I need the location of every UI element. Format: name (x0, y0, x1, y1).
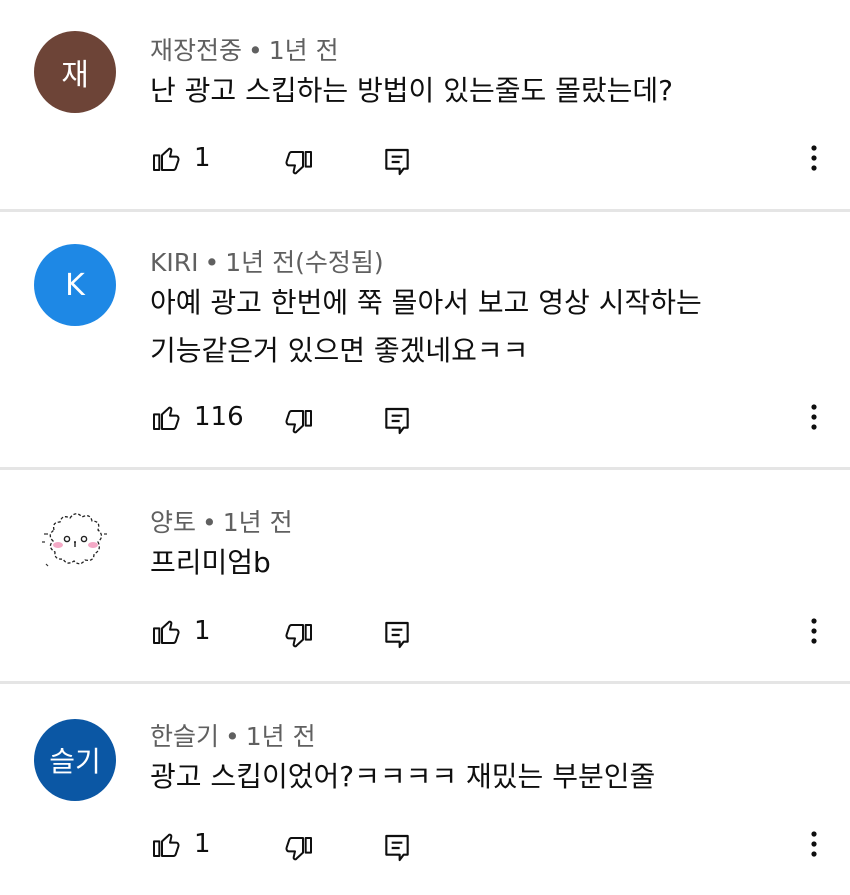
fluffy-creature-avatar-icon (42, 513, 107, 567)
comment-text: 광고 스킵이었어?ㅋㅋㅋㅋ 재밌는 부분인줄 (150, 753, 810, 801)
meta-separator: • (225, 722, 240, 751)
comment-actions: 116 (0, 401, 850, 441)
dislike-icon[interactable] (283, 621, 315, 653)
dislike-icon[interactable] (283, 834, 315, 866)
comment-line: 기능같은거 있으면 좋겠네요ㅋㅋ (150, 334, 529, 367)
comment-line: 광고 스킵이었어?ㅋㅋㅋㅋ 재밌는 부분인줄 (150, 760, 656, 793)
more-vert-icon[interactable] (802, 615, 826, 647)
comment-text: 난 광고 스킵하는 방법이 있는줄도 몰랐는데? (150, 67, 810, 115)
like-icon[interactable] (150, 828, 182, 860)
avatar-initial: 재 (61, 58, 89, 93)
comment-line: 난 광고 스킵하는 방법이 있는줄도 몰랐는데? (150, 74, 674, 107)
comment-text: 아예 광고 한번에 쭉 몰아서 보고 영상 시작하는 기능같은거 있으면 좋겠네… (150, 279, 810, 375)
like-count: 116 (194, 402, 244, 432)
author-name[interactable]: 재장전중 (150, 36, 242, 65)
comment-actions: 1 (0, 142, 850, 182)
meta-separator: • (248, 36, 263, 65)
reply-icon[interactable] (381, 146, 413, 178)
meta-separator: • (204, 248, 220, 277)
author-name[interactable]: 양토 (150, 508, 196, 537)
reply-icon[interactable] (381, 619, 413, 651)
more-vert-icon[interactable] (802, 401, 826, 433)
avatar[interactable] (34, 500, 116, 582)
comment-text: 프리미엄b (150, 539, 810, 587)
like-icon[interactable] (150, 615, 182, 647)
avatar[interactable]: 재 (34, 31, 116, 113)
reply-icon[interactable] (381, 405, 413, 437)
author-name[interactable]: 한슬기 (150, 722, 219, 751)
comment-time[interactable]: 1년 전 (246, 722, 316, 751)
avatar[interactable]: K (34, 244, 116, 326)
avatar[interactable]: 슬기 (34, 719, 116, 801)
comment-time[interactable]: 1년 전(수정됨) (225, 248, 383, 277)
dislike-icon[interactable] (283, 148, 315, 180)
like-icon[interactable] (150, 401, 182, 433)
comment: 재 재장전중 • 1년 전 난 광고 스킵하는 방법이 있는줄도 몰랐는데? 1 (0, 0, 850, 210)
reply-icon[interactable] (381, 832, 413, 864)
comment-actions: 1 (0, 828, 850, 868)
like-count: 1 (194, 143, 211, 173)
more-vert-icon[interactable] (802, 142, 826, 174)
comment-meta: 재장전중 • 1년 전 (150, 31, 339, 67)
like-icon[interactable] (150, 142, 182, 174)
comment-line: 아예 광고 한번에 쭉 몰아서 보고 영상 시작하는 (150, 286, 702, 319)
comment-meta: 한슬기 • 1년 전 (150, 717, 316, 753)
author-name[interactable]: KIRI (150, 248, 199, 277)
like-count: 1 (194, 616, 211, 646)
more-vert-icon[interactable] (802, 828, 826, 860)
like-count: 1 (194, 829, 211, 859)
comment-meta: KIRI • 1년 전(수정됨) (150, 243, 384, 279)
dislike-icon[interactable] (283, 407, 315, 439)
avatar-initial: K (65, 267, 85, 303)
comment: 슬기 한슬기 • 1년 전 광고 스킵이었어?ㅋㅋㅋㅋ 재밌는 부분인줄 1 (0, 684, 850, 895)
comment-time[interactable]: 1년 전 (223, 508, 293, 537)
comment-line: 프리미엄b (150, 546, 271, 579)
comment-actions: 1 (0, 615, 850, 655)
comment: K KIRI • 1년 전(수정됨) 아예 광고 한번에 쭉 몰아서 보고 영상 시… (0, 212, 850, 468)
meta-separator: • (202, 508, 217, 537)
comment: 양토 • 1년 전 프리미엄b 1 (0, 470, 850, 682)
avatar-initial: 슬기 (49, 745, 101, 778)
comment-time[interactable]: 1년 전 (269, 36, 339, 65)
comment-meta: 양토 • 1년 전 (150, 503, 293, 539)
